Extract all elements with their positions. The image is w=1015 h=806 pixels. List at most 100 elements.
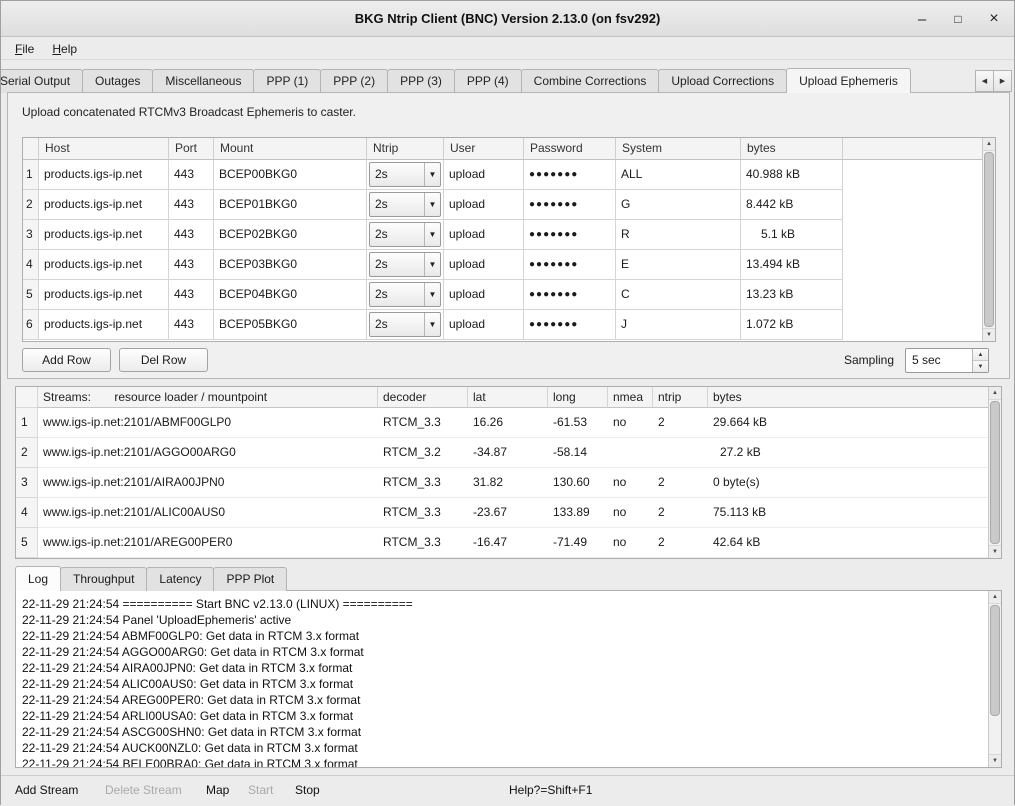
host-cell[interactable]: products.igs-ip.net — [39, 250, 169, 280]
ntrip-version-select[interactable]: 2s ▼ — [369, 282, 441, 307]
system-cell[interactable]: J — [616, 310, 741, 340]
host-cell[interactable]: products.igs-ip.net — [39, 220, 169, 250]
menu-help[interactable]: Help — [44, 40, 85, 58]
host-cell[interactable]: products.igs-ip.net — [39, 310, 169, 340]
password-cell[interactable]: ●●●●●●● — [524, 250, 616, 280]
header-system[interactable]: System — [616, 138, 741, 160]
stream-row[interactable]: 4 www.igs-ip.net:2101/ALIC00AUS0 RTCM_3.… — [16, 498, 988, 528]
header-decoder[interactable]: decoder — [378, 387, 468, 408]
mount-cell[interactable]: BCEP01BKG0 — [214, 190, 367, 220]
header-host[interactable]: Host — [39, 138, 169, 160]
tab-ppp-4[interactable]: PPP (4) — [454, 69, 522, 93]
streams-vertical-scrollbar[interactable]: ▲ ▼ — [988, 387, 1001, 558]
port-cell[interactable]: 443 — [169, 190, 214, 220]
port-cell[interactable]: 443 — [169, 280, 214, 310]
stream-row[interactable]: 5 www.igs-ip.net:2101/AREG00PER0 RTCM_3.… — [16, 528, 988, 558]
mount-cell[interactable]: BCEP02BKG0 — [214, 220, 367, 250]
tab-ppp-plot[interactable]: PPP Plot — [213, 567, 287, 591]
tab-serial-output[interactable]: Serial Output — [1, 69, 83, 93]
log-vertical-scrollbar[interactable]: ▲ ▼ — [988, 591, 1001, 767]
ntrip-version-select[interactable]: 2s ▼ — [369, 222, 441, 247]
scroll-down-icon[interactable]: ▼ — [989, 754, 1001, 767]
del-row-button[interactable]: Del Row — [119, 348, 208, 372]
header-long[interactable]: long — [548, 387, 608, 408]
tab-combine-corrections[interactable]: Combine Corrections — [521, 69, 660, 93]
header-bytes[interactable]: bytes — [741, 138, 843, 160]
scroll-down-icon[interactable]: ▼ — [989, 545, 1001, 558]
close-icon[interactable]: × — [982, 7, 1006, 31]
user-cell[interactable]: upload — [444, 220, 524, 250]
header-user[interactable]: User — [444, 138, 524, 160]
stop-button[interactable]: Stop — [295, 776, 320, 806]
stream-row[interactable]: 2 www.igs-ip.net:2101/AGGO00ARG0 RTCM_3.… — [16, 438, 988, 468]
port-cell[interactable]: 443 — [169, 160, 214, 190]
ntrip-version-select[interactable]: 2s ▼ — [369, 192, 441, 217]
scrollbar-thumb[interactable] — [990, 401, 1000, 544]
scroll-up-icon[interactable]: ▲ — [989, 387, 1001, 400]
user-cell[interactable]: upload — [444, 190, 524, 220]
password-cell[interactable]: ●●●●●●● — [524, 280, 616, 310]
table-vertical-scrollbar[interactable]: ▲ ▼ — [982, 138, 995, 341]
mount-cell[interactable]: BCEP03BKG0 — [214, 250, 367, 280]
scroll-down-icon[interactable]: ▼ — [983, 328, 995, 341]
password-cell[interactable]: ●●●●●●● — [524, 190, 616, 220]
header-lat[interactable]: lat — [468, 387, 548, 408]
tab-outages[interactable]: Outages — [82, 69, 153, 93]
tab-ppp-1[interactable]: PPP (1) — [253, 69, 321, 93]
spin-down-icon[interactable]: ▼ — [973, 361, 988, 372]
ntrip-version-select[interactable]: 2s ▼ — [369, 162, 441, 187]
user-cell[interactable]: upload — [444, 250, 524, 280]
add-row-button[interactable]: Add Row — [22, 348, 111, 372]
scroll-up-icon[interactable]: ▲ — [989, 591, 1001, 604]
tab-miscellaneous[interactable]: Miscellaneous — [152, 69, 254, 93]
scrollbar-track[interactable] — [989, 604, 1001, 754]
tab-ppp-2[interactable]: PPP (2) — [320, 69, 388, 93]
add-stream-button[interactable]: Add Stream — [15, 776, 78, 806]
port-cell[interactable]: 443 — [169, 220, 214, 250]
system-cell[interactable]: E — [616, 250, 741, 280]
tab-scroll-left-icon[interactable]: ◀ — [975, 70, 994, 92]
spin-up-icon[interactable]: ▲ — [973, 349, 988, 361]
host-cell[interactable]: products.igs-ip.net — [39, 280, 169, 310]
mount-cell[interactable]: BCEP04BKG0 — [214, 280, 367, 310]
mount-cell[interactable]: BCEP05BKG0 — [214, 310, 367, 340]
scrollbar-thumb[interactable] — [984, 152, 994, 327]
scrollbar-track[interactable] — [989, 400, 1001, 545]
password-cell[interactable]: ●●●●●●● — [524, 310, 616, 340]
header-nmea[interactable]: nmea — [608, 387, 653, 408]
stream-row[interactable]: 1 www.igs-ip.net:2101/ABMF00GLP0 RTCM_3.… — [16, 408, 988, 438]
ntrip-version-select[interactable]: 2s ▼ — [369, 252, 441, 277]
host-cell[interactable]: products.igs-ip.net — [39, 190, 169, 220]
minimize-icon[interactable]: – — [910, 7, 934, 31]
header-bytes[interactable]: bytes — [708, 387, 988, 408]
header-mount[interactable]: Mount — [214, 138, 367, 160]
ntrip-version-select[interactable]: 2s ▼ — [369, 312, 441, 337]
user-cell[interactable]: upload — [444, 160, 524, 190]
user-cell[interactable]: upload — [444, 280, 524, 310]
menu-file[interactable]: File — [7, 40, 42, 58]
tab-latency[interactable]: Latency — [146, 567, 214, 591]
tab-log[interactable]: Log — [15, 566, 61, 591]
tab-upload-ephemeris[interactable]: Upload Ephemeris — [786, 68, 911, 93]
tab-upload-corrections[interactable]: Upload Corrections — [658, 69, 787, 93]
password-cell[interactable]: ●●●●●●● — [524, 220, 616, 250]
tab-scroll-right-icon[interactable]: ▶ — [993, 70, 1012, 92]
maximize-icon[interactable]: □ — [946, 7, 970, 31]
header-port[interactable]: Port — [169, 138, 214, 160]
header-password[interactable]: Password — [524, 138, 616, 160]
system-cell[interactable]: G — [616, 190, 741, 220]
sampling-spinbox[interactable]: 5 sec ▲ ▼ — [905, 348, 989, 373]
map-button[interactable]: Map — [206, 776, 229, 806]
port-cell[interactable]: 443 — [169, 250, 214, 280]
password-cell[interactable]: ●●●●●●● — [524, 160, 616, 190]
mount-cell[interactable]: BCEP00BKG0 — [214, 160, 367, 190]
scrollbar-thumb[interactable] — [990, 605, 1000, 716]
tab-throughput[interactable]: Throughput — [60, 567, 147, 591]
scroll-up-icon[interactable]: ▲ — [983, 138, 995, 151]
header-streams[interactable]: Streams: resource loader / mountpoint — [38, 387, 378, 408]
tab-ppp-3[interactable]: PPP (3) — [387, 69, 455, 93]
scrollbar-track[interactable] — [983, 151, 995, 328]
system-cell[interactable]: ALL — [616, 160, 741, 190]
host-cell[interactable]: products.igs-ip.net — [39, 160, 169, 190]
system-cell[interactable]: C — [616, 280, 741, 310]
